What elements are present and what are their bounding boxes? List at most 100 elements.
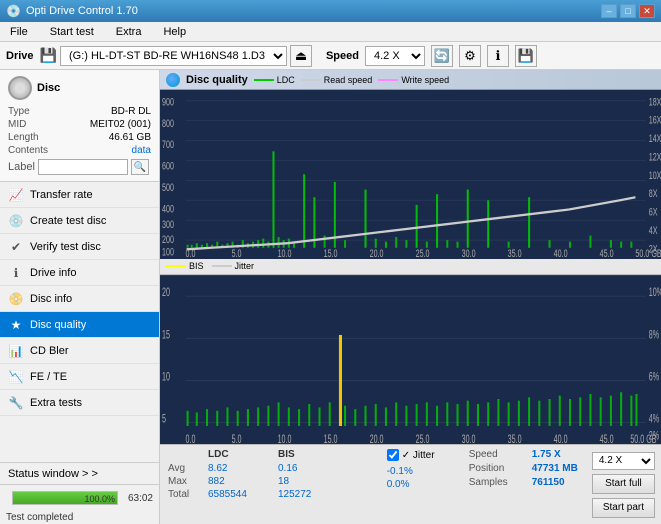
speed-label-text: Speed (469, 449, 524, 460)
disc-mid-value: MEIT02 (001) (90, 119, 151, 130)
disc-length-label: Length (8, 132, 39, 143)
svg-text:12X: 12X (649, 151, 661, 163)
ldc-color (254, 79, 274, 81)
drive-icon: 💾 (40, 47, 57, 64)
test-speed-select[interactable]: 4.2 X (592, 452, 655, 470)
disc-info-icon: 📀 (8, 292, 24, 306)
disc-type-value: BD-R DL (111, 106, 151, 117)
nav-disc-info[interactable]: 📀 Disc info (0, 286, 159, 312)
nav-drive-info[interactable]: ℹ Drive info (0, 260, 159, 286)
top-chart-svg: 18X 16X 14X 12X 10X 8X 6X 4X 2X 900 800 … (160, 90, 661, 259)
disc-label-input[interactable] (38, 159, 128, 175)
eject-button[interactable]: ⏏ (290, 45, 312, 67)
refresh-button[interactable]: 🔄 (431, 45, 453, 67)
start-part-button[interactable]: Start part (592, 498, 655, 518)
minimize-button[interactable]: – (601, 4, 617, 18)
nav-create-test-disc[interactable]: 💿 Create test disc (0, 208, 159, 234)
disc-quality-title-icon (166, 73, 180, 87)
svg-text:6%: 6% (649, 370, 660, 383)
fe-te-icon: 📉 (8, 370, 24, 384)
bottom-chart-svg: 20 15 10 5 10% 8% 6% 4% 2% 0.0 5.0 10.0 … (160, 276, 661, 445)
svg-text:10%: 10% (649, 286, 661, 299)
start-full-button[interactable]: Start full (592, 474, 655, 494)
svg-text:100: 100 (162, 246, 174, 258)
disc-label-button[interactable]: 🔍 (131, 159, 149, 175)
max-jitter: 0.0% (387, 479, 455, 490)
disc-mid-label: MID (8, 119, 26, 130)
disc-quality-title-bar: Disc quality LDC Read speed Write speed (160, 70, 661, 90)
drive-select[interactable]: (G:) HL-DT-ST BD-RE WH16NS48 1.D3 (60, 46, 287, 66)
save-button[interactable]: 💾 (515, 45, 537, 67)
nav-disc-quality[interactable]: ★ Disc quality (0, 312, 159, 338)
status-window-button[interactable]: Status window > > (0, 463, 159, 485)
title-bar: 💿 Opti Drive Control 1.70 – □ ✕ (0, 0, 661, 22)
svg-text:700: 700 (162, 139, 174, 151)
jitter-color (212, 265, 232, 267)
nav-verify-test-disc-label: Verify test disc (30, 241, 101, 253)
svg-text:30.0: 30.0 (462, 433, 476, 444)
max-label: Max (168, 476, 198, 487)
svg-text:10.0: 10.0 (278, 248, 292, 259)
info-button[interactable]: ℹ (487, 45, 509, 67)
avg-bis: 0.16 (278, 463, 338, 474)
svg-text:5: 5 (162, 412, 166, 425)
read-speed-color (301, 79, 321, 81)
menu-start-test[interactable]: Start test (44, 24, 100, 40)
nav-transfer-rate[interactable]: 📈 Transfer rate (0, 182, 159, 208)
disc-contents-value: data (132, 145, 151, 156)
legend-read-speed: Read speed (301, 75, 373, 85)
svg-text:4X: 4X (649, 225, 658, 237)
nav-cd-bler[interactable]: 📊 CD Bler (0, 338, 159, 364)
svg-text:8%: 8% (649, 328, 660, 341)
legend-write-speed: Write speed (378, 75, 449, 85)
jitter-checkbox[interactable] (387, 449, 399, 461)
svg-text:40.0: 40.0 (554, 248, 568, 259)
jitter-label: ✓ Jitter (402, 450, 435, 461)
svg-text:15.0: 15.0 (324, 248, 338, 259)
legend-jitter: Jitter (212, 261, 255, 271)
nav-fe-te-label: FE / TE (30, 371, 67, 383)
menu-extra[interactable]: Extra (110, 24, 148, 40)
svg-text:16X: 16X (649, 114, 661, 126)
svg-text:45.0: 45.0 (600, 433, 614, 444)
buttons-area: 4.2 X Start full Start part (586, 445, 661, 524)
nav-verify-test-disc[interactable]: ✔ Verify test disc (0, 234, 159, 260)
svg-text:600: 600 (162, 160, 174, 172)
settings-button[interactable]: ⚙ (459, 45, 481, 67)
total-label: Total (168, 489, 198, 500)
legend-ldc: LDC (254, 75, 295, 85)
svg-text:10.0: 10.0 (278, 433, 292, 444)
svg-text:800: 800 (162, 117, 174, 129)
disc-contents-label: Contents (8, 145, 48, 156)
svg-text:5.0: 5.0 (232, 248, 242, 259)
avg-label: Avg (168, 463, 198, 474)
disc-label-label: Label (8, 161, 35, 173)
svg-text:15.0: 15.0 (324, 433, 338, 444)
svg-text:900: 900 (162, 96, 174, 108)
nav-fe-te[interactable]: 📉 FE / TE (0, 364, 159, 390)
bottom-chart-header: BIS Jitter (160, 259, 661, 275)
svg-text:4%: 4% (649, 412, 660, 425)
menu-help[interactable]: Help (157, 24, 192, 40)
nav-extra-tests[interactable]: 🔧 Extra tests (0, 390, 159, 416)
svg-text:25.0: 25.0 (416, 433, 430, 444)
status-section: Status window > > 100.0% 63:02 Test comp… (0, 462, 159, 524)
svg-text:40.0: 40.0 (554, 433, 568, 444)
nav-extra-tests-label: Extra tests (30, 397, 82, 409)
maximize-button[interactable]: □ (620, 4, 636, 18)
disc-info-panel: Disc Type BD-R DL MID MEIT02 (001) Lengt… (0, 70, 159, 182)
sidebar: Disc Type BD-R DL MID MEIT02 (001) Lengt… (0, 70, 160, 524)
avg-ldc: 8.62 (208, 463, 268, 474)
legend-ldc-label: LDC (277, 75, 295, 85)
nav-create-test-disc-label: Create test disc (30, 215, 106, 227)
create-test-disc-icon: 💿 (8, 214, 24, 228)
legend-read-speed-label: Read speed (324, 75, 373, 85)
speed-value: 1.75 X (532, 449, 561, 460)
close-button[interactable]: ✕ (639, 4, 655, 18)
legend-bis: BIS (166, 261, 204, 271)
avg-jitter: -0.1% (387, 466, 455, 477)
nav-transfer-rate-label: Transfer rate (30, 189, 93, 201)
svg-text:45.0: 45.0 (600, 248, 614, 259)
speed-select[interactable]: 4.2 X (365, 46, 425, 66)
menu-file[interactable]: File (4, 24, 34, 40)
